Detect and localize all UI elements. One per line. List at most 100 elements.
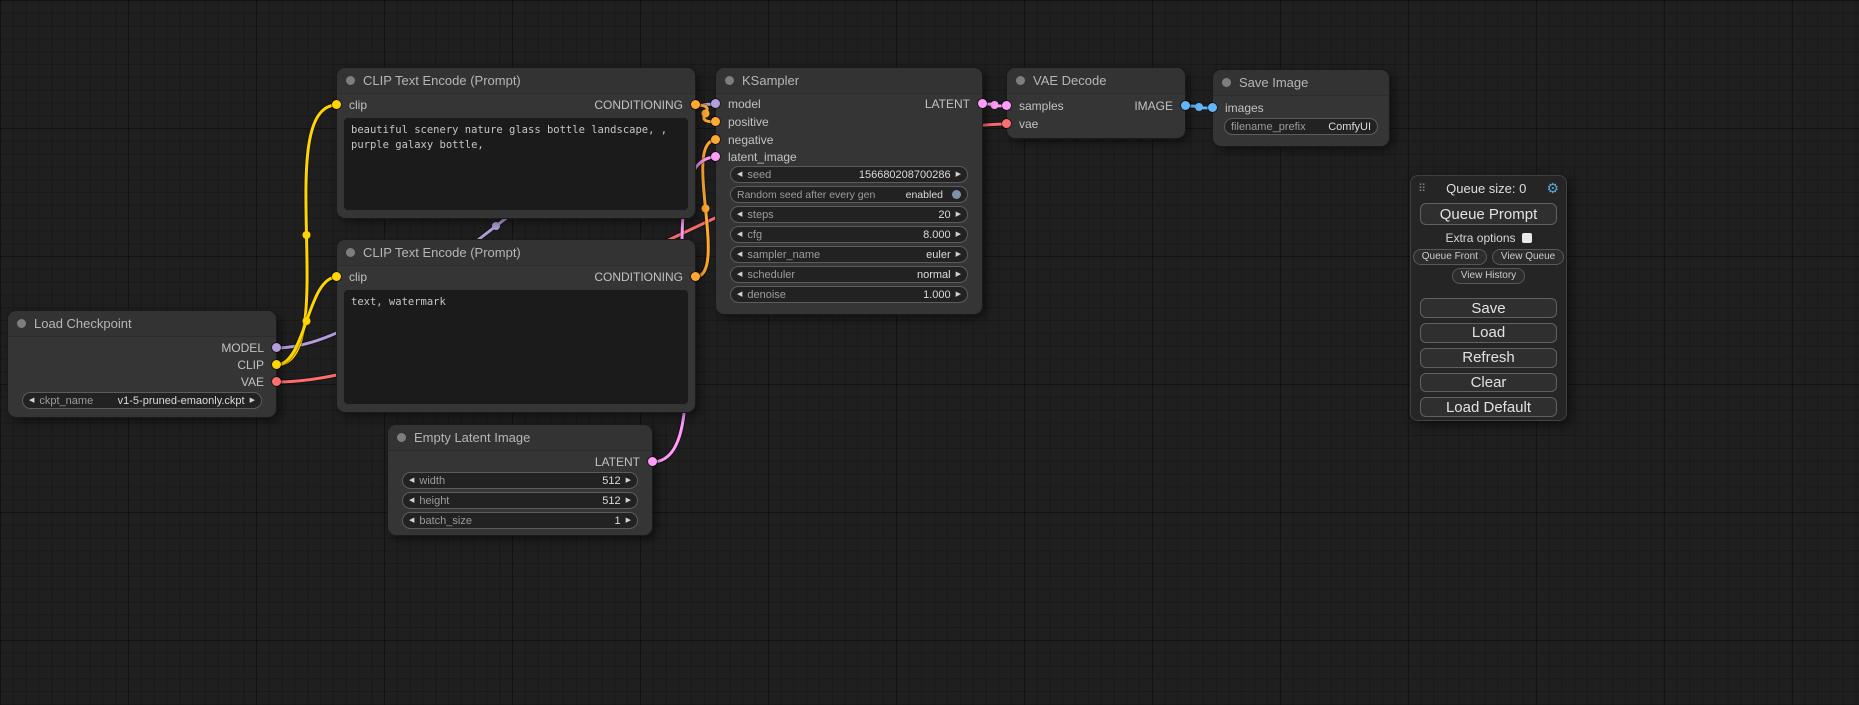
width-widget[interactable]: ◀ width 512 ▶ (402, 472, 638, 489)
node-clip-text-encode-positive[interactable]: CLIP Text Encode (Prompt) clip CONDITION… (337, 68, 695, 218)
slot-label: samples (1019, 99, 1064, 113)
input-slot-negative: negative (728, 132, 773, 148)
extra-options-checkbox[interactable] (1522, 233, 1532, 243)
input-slot-vae: vae (1019, 116, 1038, 132)
model-input-dot[interactable] (711, 99, 720, 108)
collapse-dot-icon[interactable] (1222, 78, 1231, 87)
increment-icon[interactable]: ▶ (956, 171, 961, 178)
node-title: KSampler (742, 73, 799, 88)
node-empty-latent-image[interactable]: Empty Latent Image LATENT ◀ width 512 ▶ … (388, 425, 652, 535)
node-vae-decode[interactable]: VAE Decode samples vae IMAGE (1007, 68, 1185, 138)
decrement-icon[interactable]: ◀ (737, 211, 742, 218)
node-clip-text-encode-negative[interactable]: CLIP Text Encode (Prompt) clip CONDITION… (337, 240, 695, 412)
prev-value-icon[interactable]: ◀ (737, 251, 742, 258)
collapse-dot-icon[interactable] (346, 76, 355, 85)
cfg-widget[interactable]: ◀ cfg 8.000 ▶ (730, 226, 968, 243)
node-title-bar[interactable]: VAE Decode (1007, 68, 1185, 94)
view-history-button[interactable]: View History (1452, 268, 1525, 284)
load-default-button[interactable]: Load Default (1420, 397, 1557, 417)
graph-canvas[interactable]: Load Checkpoint MODEL CLIP VAE ◀ ckpt_na… (0, 0, 1859, 705)
input-slot-samples: samples (1019, 98, 1064, 114)
widget-label: width (419, 475, 445, 487)
increment-icon[interactable]: ▶ (956, 291, 961, 298)
settings-gear-icon[interactable]: ⚙ (1546, 180, 1559, 197)
image-output-dot[interactable] (1181, 101, 1190, 110)
random-seed-toggle-icon[interactable] (952, 190, 961, 199)
random-seed-widget[interactable]: Random seed after every gen enabled (730, 186, 968, 203)
node-ksampler[interactable]: KSampler model positive negative latent_… (716, 68, 982, 314)
node-title-bar[interactable]: Save Image (1213, 70, 1389, 96)
clear-button[interactable]: Clear (1420, 373, 1557, 393)
collapse-dot-icon[interactable] (725, 76, 734, 85)
decrement-icon[interactable]: ◀ (737, 231, 742, 238)
conditioning-output-dot[interactable] (691, 100, 700, 109)
link-midpoint-dot (303, 317, 311, 325)
collapse-dot-icon[interactable] (346, 248, 355, 257)
negative-input-dot[interactable] (711, 135, 720, 144)
latent-output-dot[interactable] (978, 99, 987, 108)
drag-handle-icon[interactable]: ⠿ (1418, 182, 1426, 195)
decrement-icon[interactable]: ◀ (737, 171, 742, 178)
vae-output-dot[interactable] (272, 377, 281, 386)
queue-prompt-button[interactable]: Queue Prompt (1420, 203, 1557, 225)
widget-label: seed (747, 169, 771, 181)
model-output-dot[interactable] (272, 343, 281, 352)
increment-icon[interactable]: ▶ (626, 497, 631, 504)
node-load-checkpoint[interactable]: Load Checkpoint MODEL CLIP VAE ◀ ckpt_na… (8, 311, 276, 417)
sampler-name-widget[interactable]: ◀ sampler_name euler ▶ (730, 246, 968, 263)
increment-icon[interactable]: ▶ (956, 231, 961, 238)
filename-prefix-widget[interactable]: filename_prefix ComfyUI (1224, 118, 1378, 135)
collapse-dot-icon[interactable] (1016, 76, 1025, 85)
next-value-icon[interactable]: ▶ (250, 397, 255, 404)
images-input-dot[interactable] (1208, 103, 1217, 112)
prompt-textarea[interactable]: text, watermark (344, 290, 688, 404)
scheduler-widget[interactable]: ◀ scheduler normal ▶ (730, 266, 968, 283)
node-title-bar[interactable]: Empty Latent Image (388, 425, 652, 451)
prev-value-icon[interactable]: ◀ (29, 397, 34, 404)
node-title-bar[interactable]: KSampler (716, 68, 982, 94)
conditioning-output-dot[interactable] (691, 272, 700, 281)
denoise-widget[interactable]: ◀ denoise 1.000 ▶ (730, 286, 968, 303)
increment-icon[interactable]: ▶ (626, 517, 631, 524)
node-title-bar[interactable]: CLIP Text Encode (Prompt) (337, 68, 695, 94)
slot-label: model (728, 97, 761, 111)
decrement-icon[interactable]: ◀ (737, 291, 742, 298)
save-button[interactable]: Save (1420, 298, 1557, 318)
prompt-textarea[interactable]: beautiful scenery nature glass bottle la… (344, 118, 688, 210)
positive-input-dot[interactable] (711, 117, 720, 126)
queue-front-button[interactable]: Queue Front (1413, 249, 1487, 265)
next-value-icon[interactable]: ▶ (956, 251, 961, 258)
collapse-dot-icon[interactable] (397, 433, 406, 442)
decrement-icon[interactable]: ◀ (409, 477, 414, 484)
decrement-icon[interactable]: ◀ (409, 497, 414, 504)
steps-widget[interactable]: ◀ steps 20 ▶ (730, 206, 968, 223)
node-title-bar[interactable]: CLIP Text Encode (Prompt) (337, 240, 695, 266)
ckpt-name-widget[interactable]: ◀ ckpt_name v1-5-pruned-emaonly.ckpt ▶ (22, 392, 262, 409)
widget-label: cfg (747, 229, 762, 241)
node-save-image[interactable]: Save Image images filename_prefix ComfyU… (1213, 70, 1389, 146)
samples-input-dot[interactable] (1002, 101, 1011, 110)
decrement-icon[interactable]: ◀ (409, 517, 414, 524)
prev-value-icon[interactable]: ◀ (737, 271, 742, 278)
load-button[interactable]: Load (1420, 323, 1557, 343)
next-value-icon[interactable]: ▶ (956, 271, 961, 278)
refresh-button[interactable]: Refresh (1420, 348, 1557, 368)
output-slot-vae: VAE (241, 374, 264, 390)
node-title: Empty Latent Image (414, 430, 530, 445)
increment-icon[interactable]: ▶ (956, 211, 961, 218)
height-widget[interactable]: ◀ height 512 ▶ (402, 492, 638, 509)
clip-input-dot[interactable] (332, 272, 341, 281)
latent-output-dot[interactable] (648, 457, 657, 466)
vae-input-dot[interactable] (1002, 119, 1011, 128)
batch-size-widget[interactable]: ◀ batch_size 1 ▶ (402, 512, 638, 529)
collapse-dot-icon[interactable] (17, 319, 26, 328)
output-slot-conditioning: CONDITIONING (594, 97, 683, 113)
latent-image-input-dot[interactable] (711, 152, 720, 161)
seed-widget[interactable]: ◀ seed 156680208700286 ▶ (730, 166, 968, 183)
increment-icon[interactable]: ▶ (626, 477, 631, 484)
widget-value: 1.000 (923, 289, 951, 301)
view-queue-button[interactable]: View Queue (1492, 249, 1564, 265)
clip-output-dot[interactable] (272, 360, 281, 369)
node-title-bar[interactable]: Load Checkpoint (8, 311, 276, 337)
clip-input-dot[interactable] (332, 100, 341, 109)
